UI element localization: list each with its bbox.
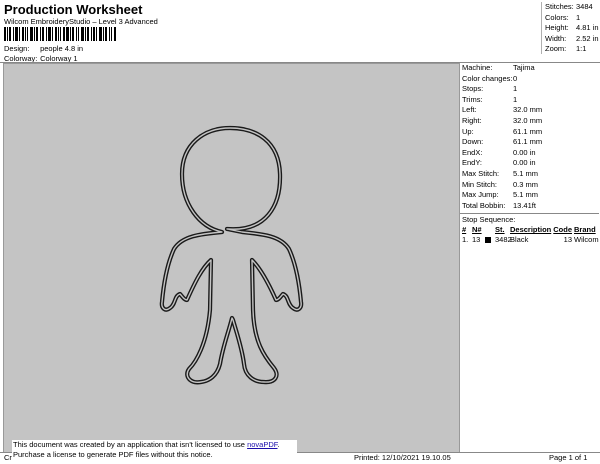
- design-label: Design:: [4, 44, 30, 53]
- machine-info-label: Color changes:: [462, 73, 513, 83]
- machine-info-row: EndY: 0.00 in: [460, 158, 599, 169]
- page-number: Page 1 of 1: [549, 453, 588, 462]
- col-description-header: Description: [510, 225, 552, 235]
- machine-info-row: Color changes:0: [460, 74, 599, 85]
- stat-width: Width: 2.52 in: [545, 33, 599, 43]
- machine-info-row: EndX: 0.00 in: [460, 148, 599, 159]
- stat-height: Height: 4.81 in: [545, 23, 599, 32]
- machine-info-label: Stops:: [462, 84, 484, 94]
- machine-info-row: Max Jump: 5.1 mm: [460, 190, 599, 201]
- machine-info-value: 0.00 in: [513, 147, 536, 157]
- stop-sequence-header: # N# St. Description Code Brand: [460, 225, 599, 235]
- machine-info-value: 0.00 in: [513, 158, 536, 168]
- machine-info-row: Down: 61.1 mm: [460, 137, 599, 148]
- machine-info-row: Max Stitch: 5.1 mm: [460, 169, 599, 180]
- machine-info-label: Left:: [462, 105, 477, 115]
- color-swatch: [485, 237, 491, 244]
- machine-info-label: EndX:: [462, 147, 483, 157]
- stop-sequence-title: Stop Sequence:: [462, 215, 516, 225]
- design-value: people 4.8 in: [40, 44, 84, 53]
- machine-info-row: Trims: 1: [460, 95, 599, 106]
- col-stitches-header: St.: [495, 225, 505, 235]
- machine-info-row: Right: 32.0 mm: [460, 116, 599, 127]
- notice-line-1: This document was created by an applicat…: [13, 440, 280, 449]
- machine-info-label: EndY:: [462, 158, 483, 168]
- machine-info-value: 5.1 mm: [513, 190, 539, 200]
- machine-info-label: Right:: [462, 115, 482, 125]
- machine-info-panel: Machine: Tajima Color changes:0 Stops: 1 Trim…: [459, 63, 599, 451]
- page-title: Production Worksheet: [4, 2, 143, 17]
- machine-info-value: 5.1 mm: [513, 168, 539, 178]
- machine-info-label: Total Bobbin:: [462, 200, 506, 210]
- machine-info-label: Max Jump:: [462, 190, 499, 200]
- col-code-header: Code: [553, 225, 572, 235]
- barcode: [4, 27, 116, 41]
- design-preview: [3, 63, 460, 453]
- machine-info-value: 13.41ft: [513, 200, 536, 210]
- machine-info-value: 0.3 mm: [513, 179, 539, 189]
- machine-info-row: Machine: Tajima: [460, 63, 599, 74]
- col-needle-header: N#: [472, 225, 482, 235]
- person-outline-figure: [159, 125, 304, 385]
- machine-info-value: 61.1 mm: [513, 126, 543, 136]
- design-row: Design: people 4.8 in: [4, 44, 83, 53]
- col-swatch-header: [485, 225, 495, 235]
- machine-info-row: Stops: 1: [460, 84, 599, 95]
- novapdf-link[interactable]: novaPDF: [247, 440, 277, 449]
- machine-info-row: Left: 32.0 mm: [460, 105, 599, 116]
- machine-info-value: 1: [513, 94, 518, 104]
- machine-info-value: 32.0 mm: [513, 115, 543, 125]
- machine-info-label: Down:: [462, 137, 484, 147]
- machine-info-label: Trims:: [462, 94, 483, 104]
- printed-timestamp: Printed: 12/10/2021 19.10.05: [354, 453, 451, 462]
- machine-info-list: Machine: Tajima Color changes:0 Stops: 1 Trim…: [460, 63, 599, 211]
- machine-info-value: 0: [513, 73, 518, 83]
- footer-left-text: Cr: [4, 453, 12, 462]
- machine-info-value: 32.0 mm: [513, 105, 543, 115]
- col-index-header: #: [462, 225, 467, 235]
- license-notice: This document was created by an applicat…: [12, 440, 297, 461]
- stat-stitches: Stitches: 3484: [545, 2, 593, 11]
- machine-info-row: Min Stitch: 0.3 mm: [460, 180, 599, 191]
- machine-info-label: Machine:: [462, 63, 493, 72]
- summary-stats: Stitches: 3484 Colors: 1 Height: 4.81 in Wi…: [541, 2, 599, 54]
- machine-info-label: Min Stitch:: [462, 179, 498, 189]
- stat-colors: Colors: 1: [545, 12, 581, 22]
- machine-info-value: 1: [513, 84, 518, 94]
- machine-info-value: Tajima: [513, 63, 535, 72]
- machine-info-row: Up: 61.1 mm: [460, 127, 599, 138]
- machine-info-value: 61.1 mm: [513, 137, 543, 147]
- stat-zoom: Zoom: 1:1: [545, 44, 587, 53]
- software-subtitle: Wilcom EmbroideryStudio – Level 3 Advanc…: [4, 17, 158, 26]
- col-brand-header: Brand: [574, 225, 596, 235]
- notice-line-2: Purchase a license to generate PDF files…: [13, 450, 213, 459]
- machine-info-row: Total Bobbin: 13.41ft: [460, 201, 599, 212]
- machine-info-label: Max Stitch:: [462, 168, 500, 178]
- stop-sequence-row: 1. 13 3482 Black 13 Wilcom: [462, 235, 599, 245]
- machine-info-label: Up:: [462, 126, 474, 136]
